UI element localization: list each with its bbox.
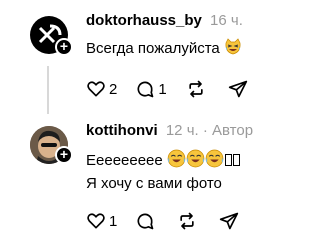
heart-icon bbox=[87, 81, 105, 97]
repost-button[interactable] bbox=[176, 211, 201, 231]
missing-glyph-icon bbox=[232, 154, 240, 166]
like-count: 2 bbox=[109, 80, 118, 98]
thread-line bbox=[47, 66, 49, 114]
comment-header: kottihonvi 12 ч. · Автор bbox=[86, 122, 253, 139]
comment-text-line1: Еееееееее bbox=[86, 149, 240, 169]
joy-emoji-icon bbox=[205, 149, 224, 168]
share-button[interactable] bbox=[228, 79, 251, 99]
share-button[interactable] bbox=[219, 211, 242, 231]
comment-actions: 2 1 bbox=[86, 79, 269, 99]
separator-dot: · bbox=[202, 122, 208, 139]
missing-glyph-icon bbox=[224, 154, 232, 166]
comment-bubble-icon bbox=[137, 213, 154, 230]
like-count: 1 bbox=[109, 212, 118, 230]
username[interactable]: kottihonvi bbox=[86, 122, 158, 139]
heart-icon bbox=[87, 213, 105, 229]
joy-emoji-icon bbox=[186, 149, 205, 168]
reply-button[interactable] bbox=[135, 211, 158, 231]
comment-text-line2: Я хочу с вами фото bbox=[86, 175, 222, 192]
timestamp: 12 ч. bbox=[165, 122, 199, 139]
repost-icon bbox=[180, 212, 195, 230]
comment-text: Всегда пожалуйста bbox=[86, 38, 242, 57]
comment-actions: 1 bbox=[86, 211, 260, 231]
repost-button[interactable] bbox=[185, 79, 210, 99]
username[interactable]: doktorhauss_by bbox=[86, 12, 202, 29]
follow-plus-button[interactable]: + bbox=[55, 38, 73, 56]
send-icon bbox=[228, 80, 247, 98]
follow-plus-button[interactable]: + bbox=[55, 146, 73, 164]
send-icon bbox=[220, 212, 239, 230]
comment-bubble-icon bbox=[137, 81, 154, 98]
like-button[interactable]: 2 bbox=[86, 79, 117, 99]
repost-icon bbox=[189, 80, 203, 98]
author-tag: Автор bbox=[212, 122, 254, 139]
laughing-cat-emoji-icon bbox=[225, 38, 241, 55]
joy-emoji-icon bbox=[167, 149, 186, 168]
timestamp: 16 ч. bbox=[210, 12, 243, 29]
reply-count: 1 bbox=[158, 80, 167, 98]
like-button[interactable]: 1 bbox=[86, 211, 117, 231]
reply-button[interactable]: 1 bbox=[135, 79, 167, 99]
comment-header: doktorhauss_by 16 ч. bbox=[86, 12, 243, 29]
